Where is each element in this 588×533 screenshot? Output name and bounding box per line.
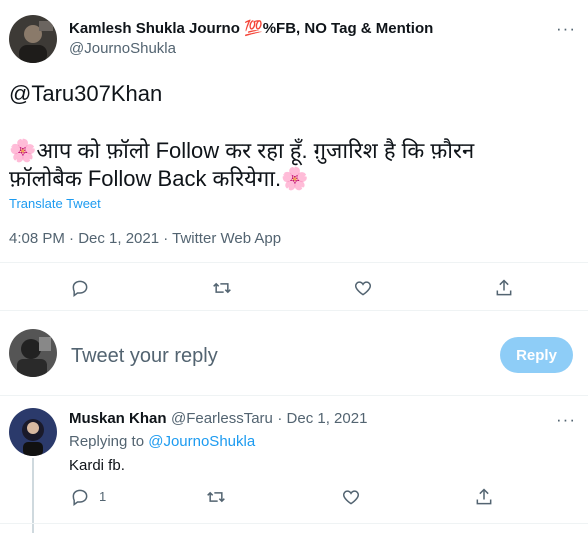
replying-to: Replying to @JournoShukla	[69, 433, 255, 450]
divider	[0, 310, 588, 311]
reply-input[interactable]: Tweet your reply	[71, 345, 218, 368]
reply-date[interactable]: · Dec 1, 2021	[277, 410, 367, 427]
thread-line	[32, 458, 34, 533]
reply-more-options-icon[interactable]: ···	[556, 410, 576, 430]
more-options-icon[interactable]: ···	[556, 19, 576, 39]
replying-to-label: Replying to	[69, 433, 145, 450]
tweet-text-line-1: 🌸आप को फ़ॉलो Follow कर रहा हूँ. ग़ुजारिश…	[9, 138, 475, 163]
reply-author-handle[interactable]: @FearlessTaru	[171, 410, 273, 427]
reply-author-avatar[interactable]	[9, 408, 57, 456]
tweet-text-line-2: फ़ॉलोबैक Follow Back करियेगा.🌸	[9, 166, 309, 191]
replying-to-handle[interactable]: @JournoShukla	[148, 433, 255, 450]
author-avatar[interactable]	[9, 15, 57, 63]
reply-icon[interactable]	[69, 277, 91, 299]
divider	[0, 262, 588, 263]
reply-header: Muskan Khan @FearlessTaru · Dec 1, 2021	[69, 410, 367, 428]
reply-author-name[interactable]: Muskan Khan	[69, 410, 167, 427]
reply-count: 1	[99, 489, 107, 504]
reply-retweet-icon[interactable]	[205, 486, 227, 508]
divider	[0, 523, 588, 524]
author-handle[interactable]: @JournoShukla	[69, 40, 176, 57]
author-name[interactable]: Kamlesh Shukla Journo 💯%FB, NO Tag & Men…	[69, 19, 433, 37]
reply-button[interactable]: Reply	[500, 337, 573, 373]
retweet-icon[interactable]	[211, 277, 233, 299]
reply-share-icon[interactable]	[473, 486, 495, 508]
like-icon[interactable]	[352, 277, 374, 299]
user-avatar[interactable]	[9, 329, 57, 377]
reply-reply-icon[interactable]	[69, 486, 91, 508]
reply-text: Kardi fb.	[69, 457, 125, 474]
share-icon[interactable]	[493, 277, 515, 299]
divider	[0, 395, 588, 396]
reply-like-icon[interactable]	[340, 486, 362, 508]
tweet-mention[interactable]: @Taru307Khan	[9, 80, 162, 108]
translate-tweet-link[interactable]: Translate Tweet	[9, 196, 101, 211]
tweet-timestamp[interactable]: 4:08 PM · Dec 1, 2021 · Twitter Web App	[9, 230, 281, 247]
